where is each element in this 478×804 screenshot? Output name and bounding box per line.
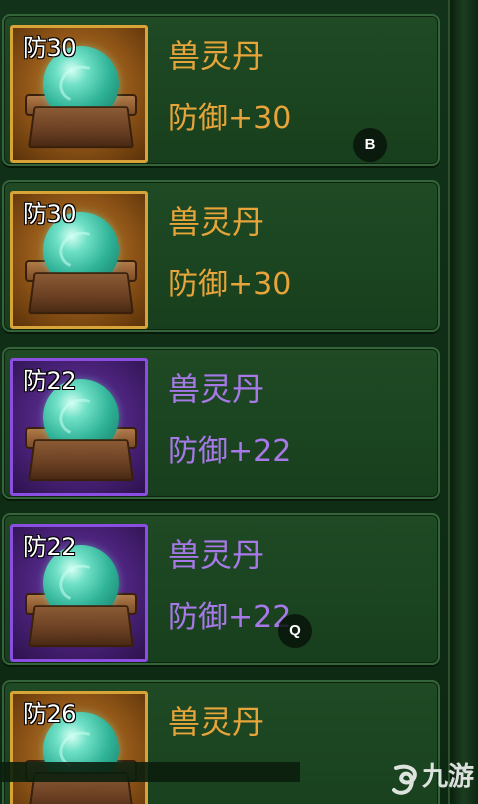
item-slot[interactable]: 防30: [10, 191, 148, 329]
item-name: 兽灵丹: [168, 370, 265, 408]
item-effect: 防御+30: [168, 267, 292, 302]
item-list[interactable]: 防30 兽灵丹 防御+30 防30 兽灵丹 防御+30 防22 兽灵丹 防御+2…: [0, 0, 448, 804]
crate-front-icon: [27, 106, 135, 149]
item-stat-tag: 防22: [23, 533, 77, 561]
item-stat-tag: 防30: [23, 200, 77, 228]
item-effect: 防御+30: [168, 101, 292, 136]
crate-front-icon: [27, 272, 135, 315]
key-hint-badge: B: [353, 128, 387, 162]
crate-front-icon: [27, 605, 135, 648]
item-effect: 防御+22: [168, 600, 292, 635]
key-hint-badge: Q: [278, 614, 312, 648]
item-effect: 防御+22: [168, 434, 292, 469]
item-stat-tag: 防22: [23, 367, 77, 395]
item-name: 兽灵丹: [168, 703, 265, 741]
watermark-text: 九游: [422, 762, 475, 792]
item-name: 兽灵丹: [168, 536, 265, 574]
scrollbar-track[interactable]: [448, 0, 478, 804]
item-slot[interactable]: 防26: [10, 691, 148, 804]
item-stat-tag: 防26: [23, 700, 77, 728]
crate-front-icon: [27, 439, 135, 482]
item-card[interactable]: 防22 兽灵丹 防御+22: [2, 347, 440, 499]
watermark: 九游: [388, 760, 476, 800]
item-name: 兽灵丹: [168, 37, 265, 75]
item-slot[interactable]: 防22: [10, 524, 148, 662]
item-slot[interactable]: 防22: [10, 358, 148, 496]
jiuyou-logo-icon: [392, 764, 417, 795]
item-slot[interactable]: 防30: [10, 25, 148, 163]
item-card[interactable]: 防30 兽灵丹 防御+30: [2, 180, 440, 332]
item-card[interactable]: 防26 兽灵丹: [2, 680, 440, 804]
list-bottom-edge: [0, 762, 300, 782]
item-card[interactable]: 防22 兽灵丹 防御+22: [2, 513, 440, 665]
item-name: 兽灵丹: [168, 203, 265, 241]
item-stat-tag: 防30: [23, 34, 77, 62]
